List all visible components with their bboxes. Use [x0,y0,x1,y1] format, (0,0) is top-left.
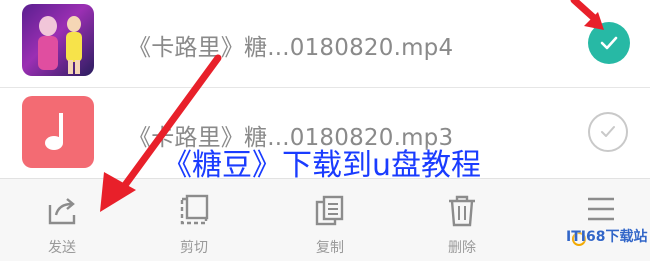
trash-icon [449,195,475,227]
send-label: 发送 [48,240,76,256]
music-note-icon [22,96,94,168]
watermark: ITI68下载站 [566,229,648,245]
list-item[interactable]: 《卡路里》糖...0180820.mp4 [0,0,650,86]
cut-icon [180,194,209,225]
send-button[interactable]: 发送 [12,179,112,261]
share-icon [48,198,76,225]
bottom-toolbar: 发送 剪切 复制 删除 [0,178,650,261]
more-button[interactable] [550,179,650,261]
selected-check-icon[interactable] [588,22,630,64]
video-thumbnail [22,4,94,76]
overlay-caption: 《糖豆》下载到u盘教程 [162,148,482,183]
more-menu-icon [588,197,614,221]
cut-button[interactable]: 剪切 [144,179,244,261]
cut-label: 剪切 [180,240,208,256]
copy-label: 复制 [316,240,344,256]
copy-button[interactable]: 复制 [280,179,380,261]
file-name: 《卡路里》糖...0180820.mp4 [128,35,454,61]
copy-icon [315,195,344,226]
delete-button[interactable]: 删除 [412,179,512,261]
delete-label: 删除 [448,240,476,256]
unselected-check-icon[interactable] [588,112,628,152]
